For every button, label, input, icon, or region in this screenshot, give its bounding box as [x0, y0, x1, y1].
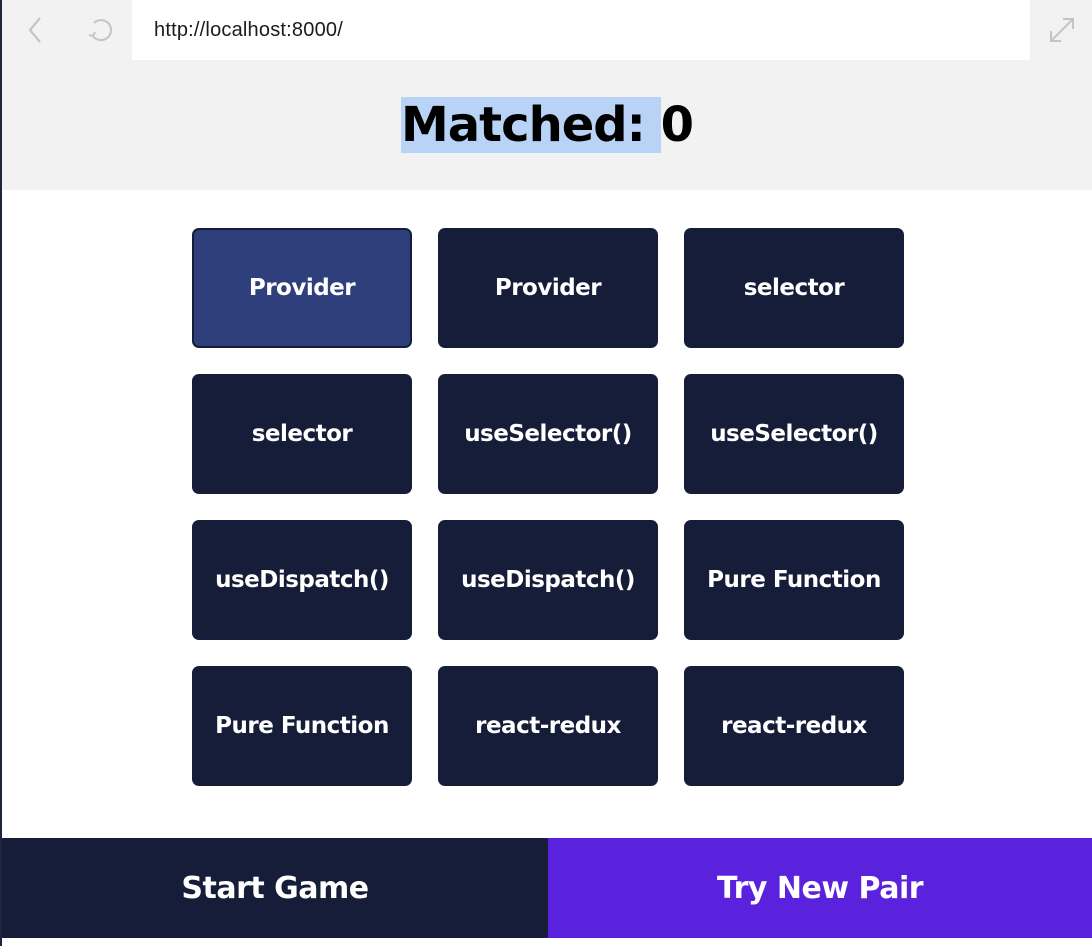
score-header: Matched: 0 — [2, 60, 1092, 190]
start-game-button[interactable]: Start Game — [2, 838, 548, 938]
expand-button[interactable] — [1042, 10, 1082, 50]
try-new-pair-button[interactable]: Try New Pair — [548, 838, 1092, 938]
card[interactable]: react-redux — [684, 666, 904, 786]
address-bar[interactable]: http://localhost:8000/ — [132, 0, 1030, 60]
card[interactable]: selector — [684, 228, 904, 348]
score-value: 0 — [660, 97, 694, 153]
app-window: http://localhost:8000/ Matched: 0 Provid… — [0, 0, 1092, 946]
score-label: Matched: — [401, 97, 661, 153]
expand-icon — [1050, 18, 1074, 42]
card[interactable]: Provider — [192, 228, 412, 348]
card[interactable]: Pure Function — [192, 666, 412, 786]
card[interactable]: react-redux — [438, 666, 658, 786]
reload-icon — [88, 19, 113, 42]
back-button[interactable] — [16, 10, 56, 50]
card[interactable]: useSelector() — [684, 374, 904, 494]
card[interactable]: useSelector() — [438, 374, 658, 494]
card[interactable]: Provider — [438, 228, 658, 348]
url-text: http://localhost:8000/ — [154, 18, 343, 41]
footer: Start Game Try New Pair — [2, 838, 1092, 946]
card-grid: Provider Provider selector selector useS… — [192, 228, 906, 786]
card[interactable]: selector — [192, 374, 412, 494]
card[interactable]: Pure Function — [684, 520, 904, 640]
reload-button[interactable] — [80, 10, 120, 50]
card[interactable]: useDispatch() — [192, 520, 412, 640]
score-title: Matched: 0 — [401, 97, 694, 153]
chevron-left-icon — [28, 17, 41, 43]
browser-toolbar: http://localhost:8000/ — [2, 0, 1092, 60]
card[interactable]: useDispatch() — [438, 520, 658, 640]
